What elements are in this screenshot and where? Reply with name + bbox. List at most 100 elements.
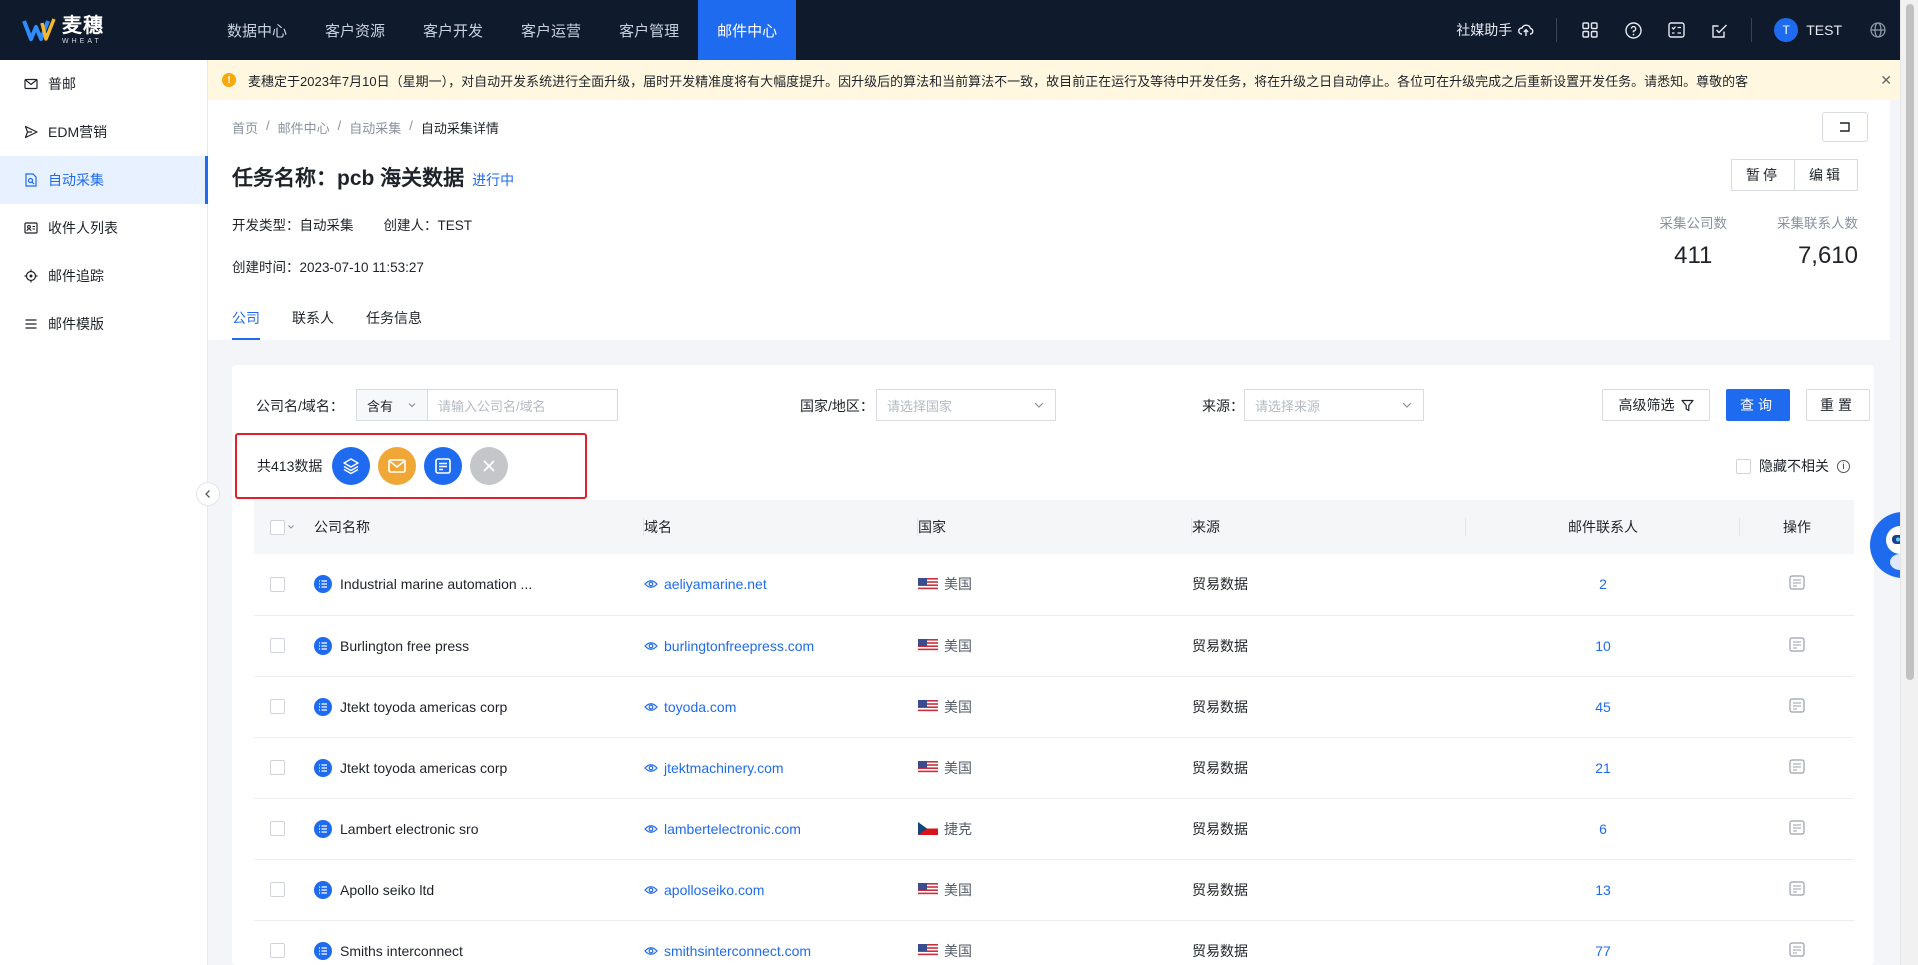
breadcrumb-mail-center[interactable]: 邮件中心 <box>278 118 330 137</box>
domain-cell[interactable]: aeliyamarine.net <box>644 576 918 592</box>
domain-link[interactable]: lambertelectronic.com <box>664 821 801 837</box>
select-all[interactable] <box>270 519 314 535</box>
domain-link[interactable]: burlingtonfreepress.com <box>664 638 814 654</box>
domain-link[interactable]: aeliyamarine.net <box>664 576 767 592</box>
send-mail-button[interactable] <box>378 447 417 485</box>
nav-customer-operations[interactable]: 客户运营 <box>502 0 600 60</box>
close-icon[interactable]: ✕ <box>1876 72 1892 89</box>
export-list-button[interactable] <box>424 447 463 485</box>
company-search-input[interactable]: 请输入公司名/域名 <box>428 389 618 421</box>
company-list-icon[interactable] <box>314 697 332 716</box>
company-name[interactable]: Industrial marine automation ... <box>340 576 532 592</box>
domain-cell[interactable]: burlingtonfreepress.com <box>644 638 918 654</box>
contacts-count[interactable]: 77 <box>1466 920 1740 965</box>
row-checkbox[interactable] <box>270 760 285 775</box>
clear-selection-button[interactable] <box>470 447 509 485</box>
detail-icon[interactable] <box>1789 819 1805 835</box>
social-assistant-button[interactable]: 社媒助手 <box>1456 18 1558 42</box>
tab-contacts[interactable]: 联系人 <box>292 308 334 340</box>
source-select[interactable]: 请选择来源 <box>1244 389 1424 421</box>
table-row[interactable]: Lambert electronic sro lambertelectronic… <box>254 798 1854 859</box>
pause-button[interactable]: 暂停 <box>1731 159 1795 191</box>
user-menu[interactable]: T TEST <box>1774 18 1842 42</box>
nav-customer-resources[interactable]: 客户资源 <box>306 0 404 60</box>
row-checkbox[interactable] <box>270 699 285 714</box>
company-list-icon[interactable] <box>314 636 332 655</box>
domain-link[interactable]: toyoda.com <box>664 699 736 715</box>
sidebar-item-recipient-list[interactable]: 收件人列表 <box>0 204 207 252</box>
edit-button[interactable]: 编辑 <box>1795 159 1858 191</box>
contacts-count[interactable]: 13 <box>1466 859 1740 920</box>
row-checkbox[interactable] <box>270 882 285 897</box>
domain-link[interactable]: apolloseiko.com <box>664 882 764 898</box>
hide-irrelevant-toggle[interactable]: 隐藏不相关 i <box>1736 456 1850 476</box>
apps-grid-icon[interactable] <box>1580 20 1600 40</box>
table-row[interactable]: Jtekt toyoda americas corp toyoda.com 美国… <box>254 676 1854 737</box>
detail-icon[interactable] <box>1789 758 1805 774</box>
domain-cell[interactable]: jtektmachinery.com <box>644 760 918 776</box>
sidebar-item-mail-template[interactable]: 邮件模版 <box>0 300 207 348</box>
table-row[interactable]: Jtekt toyoda americas corp jtektmachiner… <box>254 737 1854 798</box>
row-checkbox[interactable] <box>270 943 285 958</box>
brand-logo[interactable]: 麦穗 WHEAT <box>0 0 120 60</box>
company-name[interactable]: Apollo seiko ltd <box>340 882 434 898</box>
company-name[interactable]: Lambert electronic sro <box>340 821 479 837</box>
company-list-icon[interactable] <box>314 819 332 838</box>
table-row[interactable]: Industrial marine automation ... aeliyam… <box>254 554 1854 615</box>
company-name[interactable]: Smiths interconnect <box>340 943 463 959</box>
advanced-filter-button[interactable]: 高级筛选 <box>1602 389 1710 421</box>
contacts-count[interactable]: 6 <box>1466 798 1740 859</box>
domain-cell[interactable]: smithsinterconnect.com <box>644 943 918 959</box>
detail-icon[interactable] <box>1789 697 1805 713</box>
globe-icon[interactable] <box>1868 20 1888 40</box>
select-all-checkbox[interactable] <box>270 519 285 535</box>
breadcrumb-home[interactable]: 首页 <box>232 118 258 137</box>
query-button[interactable]: 查询 <box>1726 389 1790 421</box>
detail-icon[interactable] <box>1789 575 1805 590</box>
domain-cell[interactable]: toyoda.com <box>644 699 918 715</box>
hide-irrelevant-checkbox[interactable] <box>1736 458 1751 474</box>
nav-data-center[interactable]: 数据中心 <box>208 0 306 60</box>
task-edit-icon[interactable] <box>1709 20 1729 40</box>
breadcrumb-auto-collect[interactable]: 自动采集 <box>349 118 401 137</box>
table-row[interactable]: Smiths interconnect smithsinterconnect.c… <box>254 920 1854 965</box>
domain-cell[interactable]: lambertelectronic.com <box>644 821 918 837</box>
company-name[interactable]: Jtekt toyoda americas corp <box>340 699 507 715</box>
detail-icon[interactable] <box>1789 880 1805 896</box>
fullscreen-button[interactable] <box>1822 112 1868 142</box>
company-name[interactable]: Jtekt toyoda americas corp <box>340 760 507 776</box>
row-checkbox[interactable] <box>270 576 285 592</box>
detail-icon[interactable] <box>1789 941 1805 957</box>
table-row[interactable]: Apollo seiko ltd apolloseiko.com 美国 贸易数据… <box>254 859 1854 920</box>
company-list-icon[interactable] <box>314 758 332 777</box>
layers-button[interactable] <box>332 447 371 485</box>
contacts-count[interactable]: 2 <box>1466 554 1740 615</box>
chevron-down-icon[interactable] <box>287 523 295 531</box>
nav-customer-development[interactable]: 客户开发 <box>404 0 502 60</box>
tab-company[interactable]: 公司 <box>232 308 260 340</box>
info-icon[interactable]: i <box>1837 459 1850 473</box>
table-row[interactable]: Burlington free press burlingtonfreepres… <box>254 615 1854 676</box>
row-checkbox[interactable] <box>270 638 285 653</box>
help-icon[interactable] <box>1623 20 1643 40</box>
sidebar-collapse-button[interactable] <box>196 482 220 506</box>
domain-link[interactable]: smithsinterconnect.com <box>664 943 811 959</box>
tab-task-info[interactable]: 任务信息 <box>366 308 422 340</box>
nav-mail-center[interactable]: 邮件中心 <box>698 0 797 60</box>
nav-customer-management[interactable]: 客户管理 <box>600 0 698 60</box>
checklist-icon[interactable] <box>1666 20 1686 40</box>
detail-icon[interactable] <box>1789 636 1805 652</box>
contacts-count[interactable]: 10 <box>1466 615 1740 676</box>
company-name[interactable]: Burlington free press <box>340 638 469 654</box>
domain-link[interactable]: jtektmachinery.com <box>664 760 784 776</box>
match-mode-select[interactable]: 含有 <box>356 389 428 421</box>
scrollbar-thumb[interactable] <box>1906 4 1914 680</box>
domain-cell[interactable]: apolloseiko.com <box>644 882 918 898</box>
company-list-icon[interactable] <box>314 880 332 899</box>
company-list-icon[interactable] <box>314 941 332 960</box>
page-scrollbar[interactable] <box>1900 0 1918 965</box>
sidebar-item-auto-collect[interactable]: 自动采集 <box>0 156 208 204</box>
contacts-count[interactable]: 21 <box>1466 737 1740 798</box>
sidebar-item-edm[interactable]: EDM营销 <box>0 108 207 156</box>
country-select[interactable]: 请选择国家 <box>876 389 1056 421</box>
